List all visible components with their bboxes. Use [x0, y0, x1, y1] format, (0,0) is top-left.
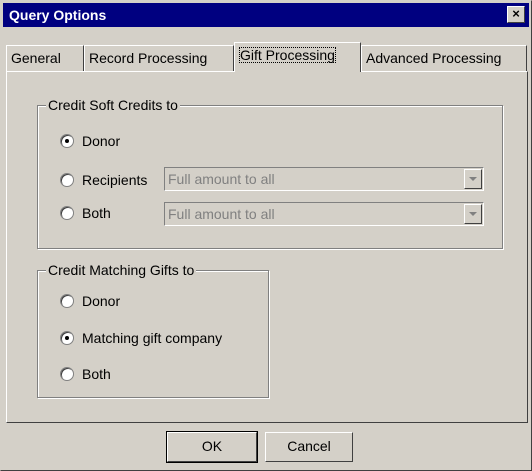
soft-credit-recipients-label: Recipients	[82, 172, 148, 188]
matching-company-label: Matching gift company	[82, 330, 223, 346]
tab-record-processing-label: Record Processing	[89, 50, 208, 66]
both-amount-select: Full amount to all	[164, 202, 484, 226]
soft-credit-both-option[interactable]: Both	[60, 203, 170, 223]
soft-credits-group: Credit Soft Credits to Donor Recipients …	[37, 97, 503, 249]
query-options-dialog: Query Options × General Record Processin…	[0, 0, 532, 471]
window-title: Query Options	[9, 7, 107, 23]
ok-button[interactable]: OK	[166, 431, 258, 463]
tab-record-processing[interactable]: Record Processing	[84, 45, 234, 71]
soft-credits-legend: Credit Soft Credits to	[46, 97, 180, 113]
chevron-down-icon	[464, 169, 482, 189]
recipients-amount-select: Full amount to all	[164, 167, 484, 191]
matching-company-option[interactable]: Matching gift company	[60, 328, 260, 348]
matching-donor-option[interactable]: Donor	[60, 291, 260, 311]
close-button[interactable]: ×	[507, 6, 525, 23]
chevron-down-icon	[464, 204, 482, 224]
soft-credit-donor-radio[interactable]	[60, 134, 74, 148]
both-amount-value: Full amount to all	[168, 206, 275, 222]
cancel-button[interactable]: Cancel	[265, 432, 353, 462]
soft-credit-recipients-option[interactable]: Recipients	[60, 170, 170, 190]
tab-gift-processing-label: Gift Processing	[239, 47, 336, 63]
soft-credit-donor-label: Donor	[82, 133, 121, 149]
tab-advanced-processing[interactable]: Advanced Processing	[361, 45, 527, 71]
tab-general[interactable]: General	[6, 45, 84, 71]
soft-credit-both-radio[interactable]	[60, 206, 74, 220]
tab-gift-processing[interactable]: Gift Processing	[234, 42, 361, 72]
matching-both-option[interactable]: Both	[60, 364, 260, 384]
matching-gifts-legend: Credit Matching Gifts to	[46, 262, 197, 278]
matching-both-label: Both	[82, 366, 111, 382]
tab-general-label: General	[11, 50, 61, 66]
matching-gifts-group: Credit Matching Gifts to Donor Matching …	[37, 262, 269, 398]
title-bar[interactable]: Query Options ×	[3, 3, 529, 27]
recipients-amount-value: Full amount to all	[168, 171, 275, 187]
matching-donor-radio[interactable]	[60, 294, 74, 308]
soft-credit-both-label: Both	[82, 205, 111, 221]
matching-donor-label: Donor	[82, 293, 121, 309]
tab-advanced-processing-label: Advanced Processing	[366, 50, 502, 66]
tab-panel: Credit Soft Credits to Donor Recipients …	[6, 71, 528, 423]
matching-both-radio[interactable]	[60, 367, 74, 381]
matching-company-radio[interactable]	[60, 331, 74, 345]
soft-credit-donor-option[interactable]: Donor	[60, 131, 260, 151]
soft-credit-recipients-radio[interactable]	[60, 173, 74, 187]
